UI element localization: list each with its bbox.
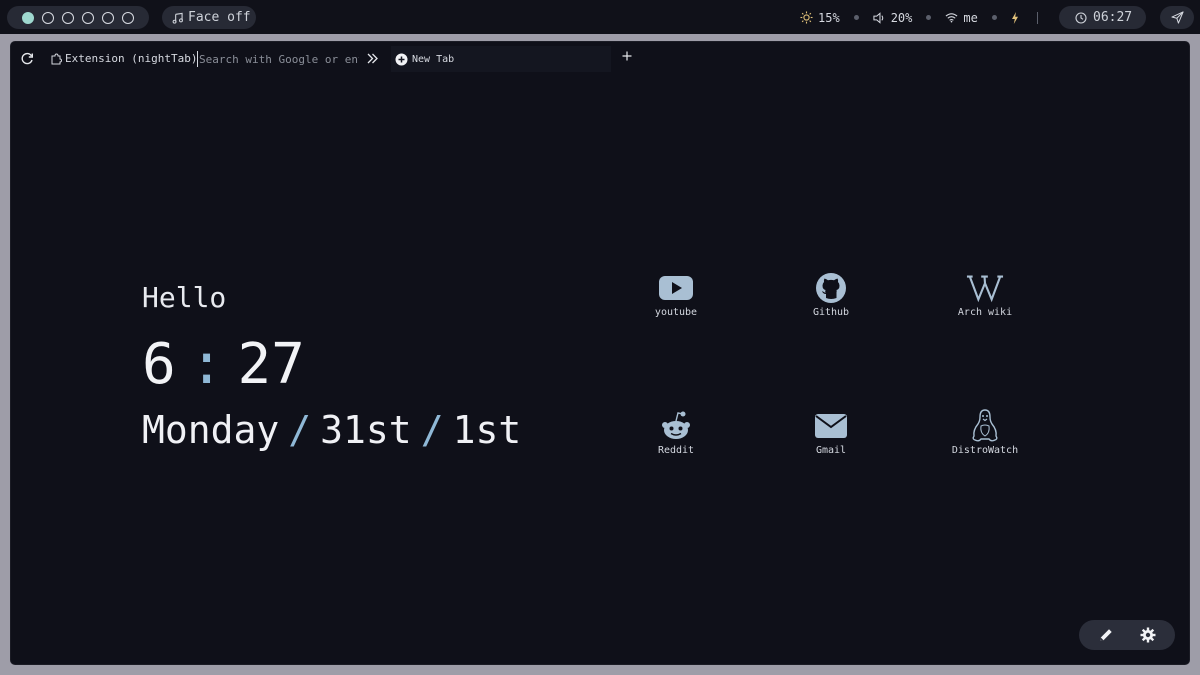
youtube-icon xyxy=(659,276,693,300)
date-separator: / xyxy=(288,408,312,452)
bookmark-distrowatch[interactable]: DistroWatch xyxy=(925,407,1045,477)
github-icon xyxy=(816,273,846,303)
wikipedia-icon xyxy=(966,275,1004,303)
tab-title: New Tab xyxy=(412,53,455,65)
browser-window: Extension (nightTab) New Tab Hello 6 : 2… xyxy=(11,42,1189,664)
music-note-icon xyxy=(172,12,183,24)
sun-icon xyxy=(800,11,813,24)
clock-widget[interactable]: 06:27 xyxy=(1059,6,1146,29)
url-bar-input[interactable] xyxy=(197,51,359,67)
brightness-value: 15% xyxy=(818,10,840,25)
workspace-4-dot[interactable] xyxy=(82,11,94,24)
bookmark-label: DistroWatch xyxy=(951,445,1019,456)
workspace-switcher xyxy=(7,6,149,29)
status-area: 15% 20% me xyxy=(800,6,1042,29)
music-title: Face off xyxy=(188,10,251,25)
browser-toolbar: Extension (nightTab) New Tab xyxy=(11,42,1189,76)
music-widget[interactable]: Face off xyxy=(162,6,256,29)
send-button[interactable] xyxy=(1160,6,1194,29)
status-separator xyxy=(926,15,932,20)
bookmark-label: Reddit xyxy=(657,445,695,456)
main-date: Monday / 31st / 1st xyxy=(142,408,521,452)
reddit-icon xyxy=(662,411,690,439)
mail-icon xyxy=(815,414,847,438)
bookmark-reddit[interactable]: Reddit xyxy=(616,407,736,477)
main-clock: 6 : 27 xyxy=(142,332,305,397)
volume-indicator[interactable]: 20% xyxy=(873,10,913,25)
extension-label: Extension (nightTab) xyxy=(65,52,198,65)
bookmark-github[interactable]: Github xyxy=(771,269,891,339)
clock-hours: 6 xyxy=(142,332,176,397)
date-separator: / xyxy=(420,408,444,452)
plus-circle-icon xyxy=(395,53,408,65)
workspace-3-dot[interactable] xyxy=(62,11,74,24)
nighttab-controls xyxy=(1079,620,1175,650)
status-divider xyxy=(1036,11,1038,24)
edit-pencil-icon[interactable] xyxy=(1098,627,1114,643)
power-indicator[interactable] xyxy=(1011,11,1019,24)
bookmark-label: Github xyxy=(812,307,850,318)
date-month: 1st xyxy=(452,408,522,452)
workspace-1-dot[interactable] xyxy=(22,11,34,24)
status-separator xyxy=(991,15,997,20)
bookmark-label: youtube xyxy=(654,307,698,318)
workspace-5-dot[interactable] xyxy=(102,11,114,24)
clock-value: 06:27 xyxy=(1093,10,1133,25)
date-day: Monday xyxy=(142,408,280,452)
wifi-icon xyxy=(945,13,958,23)
bookmark-youtube[interactable]: youtube xyxy=(616,269,736,339)
speaker-icon xyxy=(873,11,883,24)
bookmark-label: Arch wiki xyxy=(957,307,1013,318)
clock-separator: : xyxy=(189,332,224,397)
workspace-2-dot[interactable] xyxy=(42,11,54,24)
bookmark-gmail[interactable]: Gmail xyxy=(771,407,891,477)
brightness-indicator[interactable]: 15% xyxy=(800,11,840,25)
tab-new-tab[interactable]: New Tab xyxy=(391,46,611,72)
send-icon xyxy=(1170,11,1184,24)
puzzle-icon xyxy=(51,52,62,64)
network-value: me xyxy=(963,10,978,25)
workspace-6-dot[interactable] xyxy=(122,11,134,24)
greeting-text: Hello xyxy=(142,281,227,314)
settings-gear-icon[interactable] xyxy=(1140,627,1156,643)
extension-indicator[interactable]: Extension (nightTab) xyxy=(51,52,197,65)
new-tab-plus-icon[interactable] xyxy=(622,51,632,61)
status-separator xyxy=(853,15,859,20)
linux-penguin-icon xyxy=(972,409,998,442)
top-bar: Face off 15% 20% me 06:27 xyxy=(0,0,1200,34)
date-date: 31st xyxy=(320,408,412,452)
network-indicator[interactable]: me xyxy=(945,10,978,25)
volume-value: 20% xyxy=(890,10,913,25)
lightning-icon xyxy=(1011,11,1018,24)
clock-minutes: 27 xyxy=(237,332,305,397)
clock-icon xyxy=(1075,11,1087,24)
chevrons-right-icon[interactable] xyxy=(366,52,379,65)
bookmark-label: Gmail xyxy=(815,445,847,456)
bookmark-arch-wiki[interactable]: Arch wiki xyxy=(925,269,1045,339)
reload-icon[interactable] xyxy=(20,52,34,66)
